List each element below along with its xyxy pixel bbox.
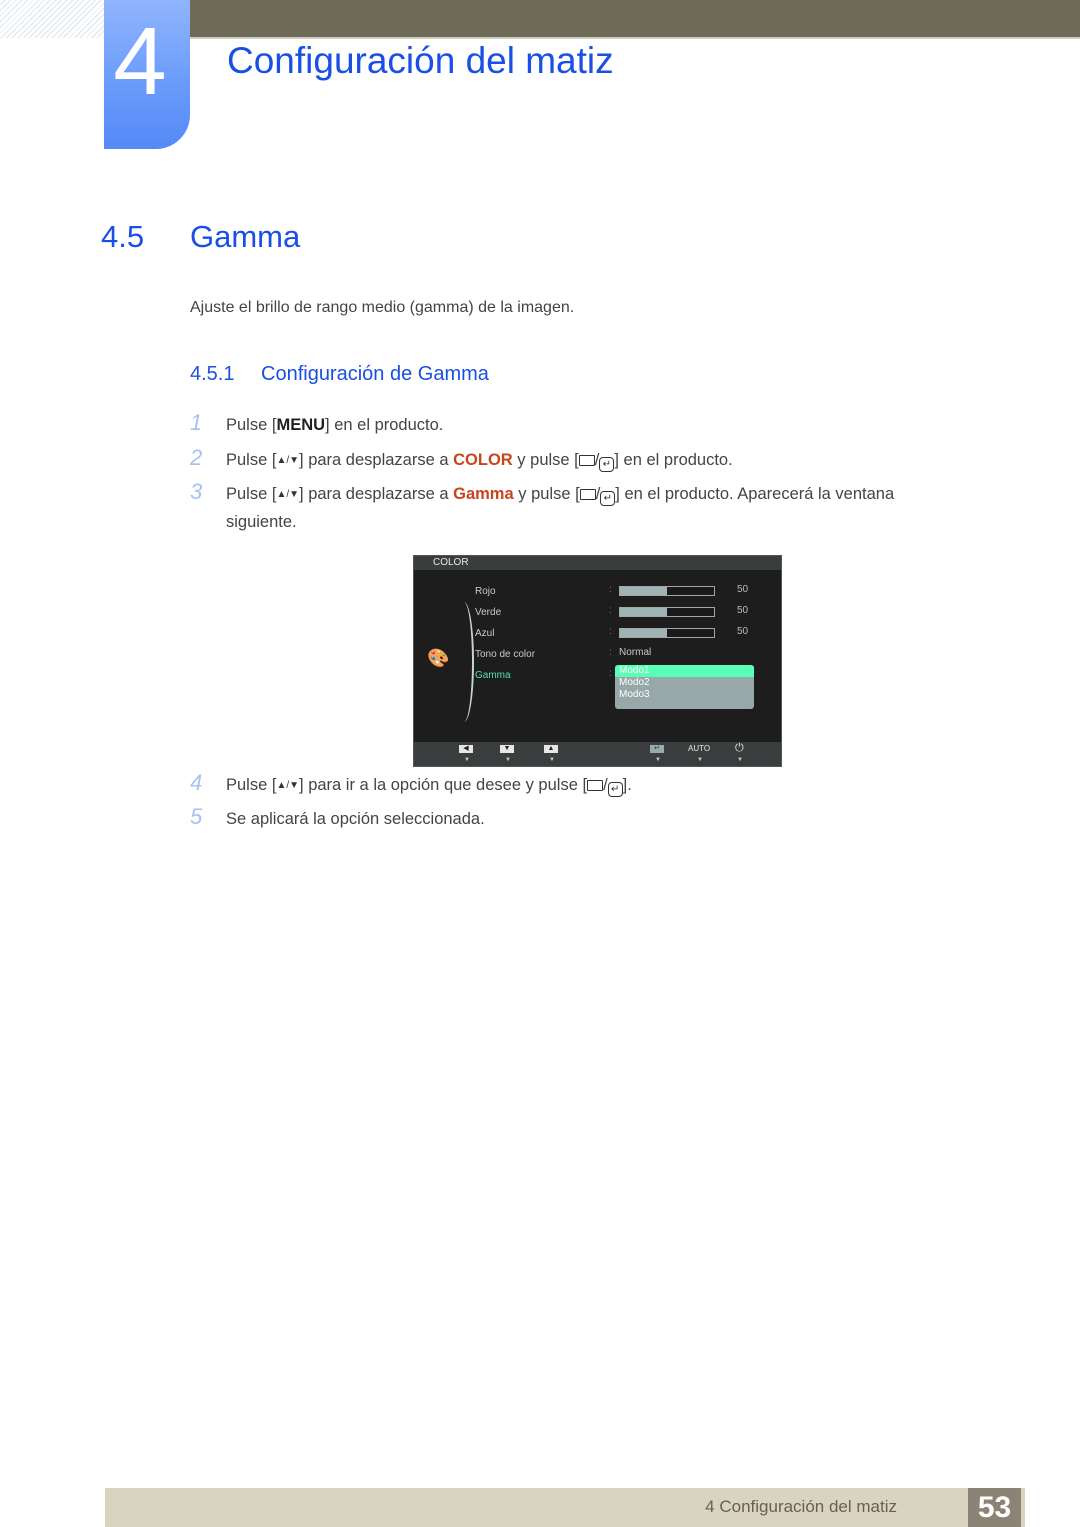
- auto-label: AUTO: [688, 744, 711, 753]
- osd-title: COLOR: [433, 557, 469, 568]
- up-down-arrows-icon: ▲/▼: [276, 489, 300, 500]
- indicator-icon: ▼: [655, 757, 661, 763]
- keyword-color: COLOR: [453, 451, 513, 469]
- step-number: 3: [190, 479, 203, 504]
- osd-colon: :: [609, 584, 612, 595]
- osd-item-tono-de-color: Tono de color: [475, 649, 536, 660]
- menu-key: MENU: [276, 416, 326, 434]
- step-text: Pulse [: [226, 451, 277, 469]
- section-intro: Ajuste el brillo de rango medio (gamma) …: [190, 299, 575, 316]
- gamma-option-modo2: Modo2: [619, 677, 650, 688]
- step-number: 2: [190, 445, 203, 470]
- chapter-number: 4: [113, 8, 167, 115]
- section-title: Gamma: [190, 219, 301, 254]
- step-text: ] en el producto.: [614, 451, 733, 469]
- down-arrow-icon: ▼: [500, 745, 514, 753]
- up-arrow-icon: ▲: [544, 745, 558, 753]
- power-icon: ⏻: [735, 742, 744, 754]
- palette-icon: 🎨: [427, 648, 450, 668]
- source-icon: [578, 455, 595, 466]
- osd-slider-azul: [619, 628, 715, 638]
- gamma-option-modo3: Modo3: [619, 689, 650, 700]
- keyword-gamma: Gamma: [453, 485, 514, 503]
- step-text: ].: [622, 776, 632, 794]
- chapter-tab: 4: [104, 0, 190, 149]
- osd-colon: :: [609, 668, 612, 679]
- step-text: Pulse [: [226, 416, 277, 434]
- osd-footer: ◀ ▼ ▲ ↵ AUTO ⏻ ▼ ▼ ▼ ▼ ▼ ▼: [414, 742, 781, 766]
- subsection-title: Configuración de Gamma: [261, 363, 489, 385]
- indicator-icon: ▼: [737, 757, 743, 763]
- step-text: ] para desplazarse a: [299, 485, 454, 503]
- step-text: Se aplicará la opción seleccionada.: [226, 810, 485, 828]
- step-text: ] para ir a la opción que desee y pulse …: [299, 776, 588, 794]
- chapter-title: Configuración del matiz: [227, 40, 614, 81]
- left-arrow-icon: ◀: [459, 745, 473, 753]
- page-footer: 4 Configuración del matiz: [105, 1488, 1025, 1527]
- osd-arc-decoration: [454, 602, 474, 722]
- gamma-dropdown: Modo1 Modo2 Modo3: [615, 665, 754, 709]
- up-down-arrows-icon: ▲/▼: [276, 780, 300, 791]
- osd-colon: :: [609, 605, 612, 616]
- osd-slider-verde: [619, 607, 715, 617]
- osd-slider-fill: [620, 608, 667, 616]
- source-icon: [587, 780, 604, 791]
- indicator-icon: ▼: [549, 757, 555, 763]
- indicator-icon: ▼: [505, 757, 511, 763]
- osd-item-gamma: Gamma: [475, 670, 511, 681]
- header-hatch-decoration: [0, 0, 104, 38]
- enter-icon: ↵: [600, 491, 616, 506]
- indicator-icon: ▼: [464, 757, 470, 763]
- osd-item-rojo: Rojo: [475, 586, 496, 597]
- step-text: Pulse [: [226, 485, 277, 503]
- section-number: 4.5: [101, 219, 145, 254]
- subsection-number: 4.5.1: [190, 363, 235, 385]
- step-number: 1: [190, 410, 203, 435]
- osd-menu-screenshot: COLOR 🎨 Rojo : 50 Verde : 50 Azul : 50 T…: [413, 555, 782, 767]
- enter-icon: ↵: [607, 782, 623, 797]
- osd-slider-fill: [620, 587, 667, 595]
- source-icon: [579, 489, 596, 500]
- osd-colon: :: [609, 626, 612, 637]
- header-bar: [190, 0, 1080, 39]
- footer-chapter-label: 4 Configuración del matiz: [705, 1497, 897, 1516]
- step-text: ] para desplazarse a: [299, 451, 454, 469]
- step-text: y pulse [: [513, 485, 580, 503]
- page-number: 53: [968, 1488, 1021, 1527]
- osd-item-azul: Azul: [475, 628, 495, 639]
- osd-value-azul: 50: [737, 626, 749, 637]
- step-number: 4: [190, 770, 203, 795]
- enter-icon: ↵: [599, 457, 615, 472]
- step-text: y pulse [: [512, 451, 579, 469]
- osd-slider-rojo: [619, 586, 715, 596]
- osd-value-tono-de-color: Normal: [619, 647, 652, 658]
- indicator-icon: ▼: [697, 757, 703, 763]
- osd-colon: :: [609, 647, 612, 658]
- up-down-arrows-icon: ▲/▼: [276, 455, 300, 466]
- step-number: 5: [190, 804, 203, 829]
- step-text-continued: siguiente.: [226, 513, 297, 531]
- step-text: ] en el producto.: [325, 416, 444, 434]
- osd-value-verde: 50: [737, 605, 749, 616]
- osd-slider-fill: [620, 629, 667, 637]
- step-text: ] en el producto. Aparecerá la ventana: [615, 485, 895, 503]
- osd-header: COLOR: [414, 556, 781, 570]
- step-text: Pulse [: [226, 776, 277, 794]
- osd-value-rojo: 50: [737, 584, 749, 595]
- enter-icon: ↵: [650, 745, 664, 753]
- gamma-option-modo1: Modo1: [615, 665, 754, 677]
- osd-item-verde: Verde: [475, 607, 502, 618]
